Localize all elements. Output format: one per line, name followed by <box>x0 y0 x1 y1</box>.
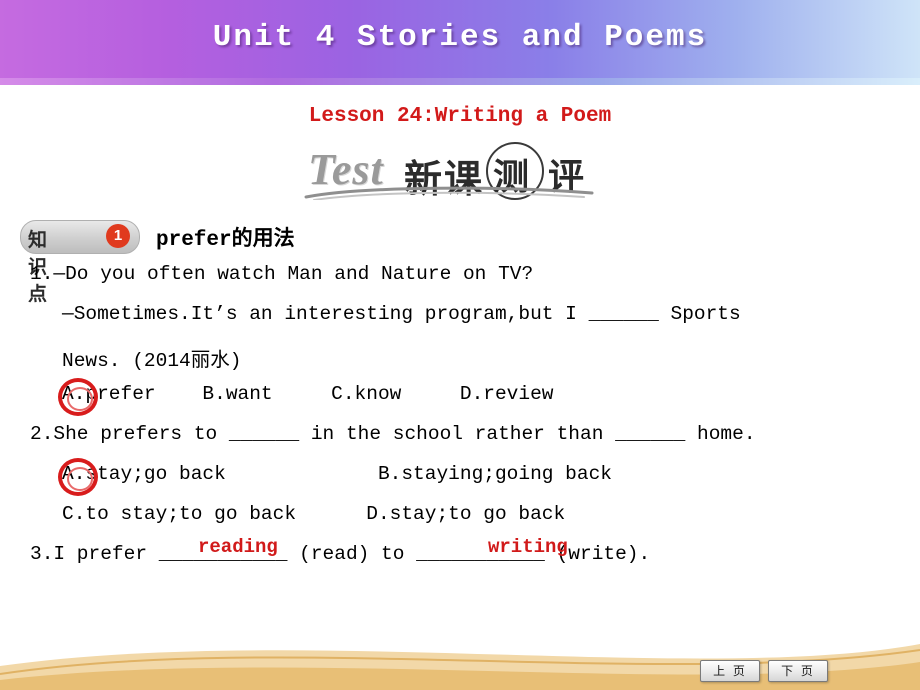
knowledge-point-title: prefer的用法 <box>156 229 295 252</box>
slide-root: Unit 4 Stories and Poems Lesson 24:Writi… <box>0 0 920 690</box>
question-2-options-row-1: A.stay;go back B.staying;going back <box>62 463 612 485</box>
answer-circle-inner-2 <box>67 467 93 491</box>
answer-circle-question-1 <box>58 378 98 416</box>
logo-swoosh-icon <box>304 186 594 200</box>
question-1-line-3: News. (2014丽水) <box>62 350 242 372</box>
header-underline <box>0 78 920 85</box>
page-title: Unit 4 Stories and Poems <box>212 20 708 55</box>
question-2-stem: 2.She prefers to ______ in the school ra… <box>30 423 756 445</box>
answer-circle-inner-1 <box>67 387 93 411</box>
question-1-line-1: 1.—Do you often watch Man and Nature on … <box>30 263 534 285</box>
question-1-options: A.prefer B.want C.know D.review <box>62 383 554 405</box>
answer-circle-question-2 <box>58 458 98 496</box>
knowledge-point-number: 1 <box>106 224 130 248</box>
lesson-title: Lesson 24:Writing a Poem <box>308 105 612 128</box>
question-2-options-row-2: C.to stay;to go back D.stay;to go back <box>62 503 566 525</box>
test-logo: Test 新课 测 评 <box>300 140 620 202</box>
answer-q3-blank-1: reading <box>198 536 278 558</box>
prev-page-button[interactable]: 上 页 <box>700 660 760 682</box>
question-1-line-2: —Sometimes.It’s an interesting program,b… <box>62 303 741 325</box>
answer-q3-blank-2: writing <box>488 536 568 558</box>
next-page-button[interactable]: 下 页 <box>768 660 828 682</box>
